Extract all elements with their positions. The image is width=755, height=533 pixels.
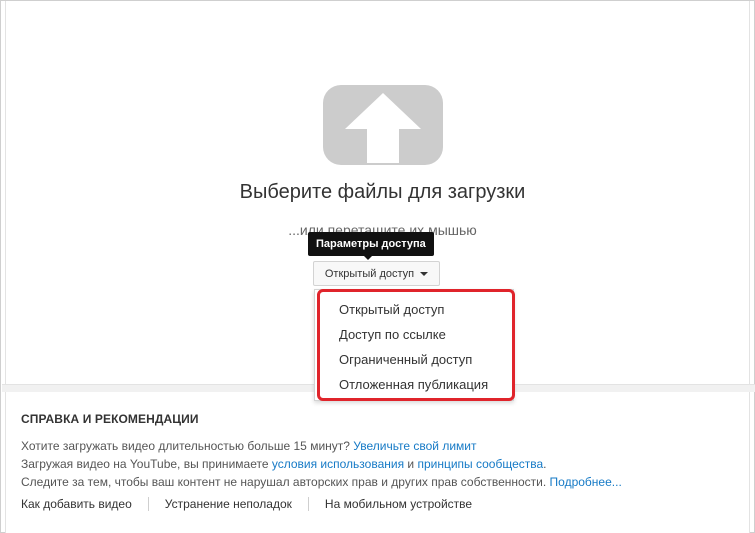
privacy-dropdown-menu: Открытый доступ Доступ по ссылке Огранич… (314, 289, 514, 401)
terms-of-use-link[interactable]: условия использования (272, 457, 404, 471)
help-line-copyright: Следите за тем, чтобы ваш контент не нар… (21, 475, 622, 489)
community-guidelines-link[interactable]: принципы сообщества (417, 457, 543, 471)
help-line-terms-text: Загружая видео на YouTube, вы принимаете (21, 457, 272, 471)
how-to-upload-link[interactable]: Как добавить видео (21, 497, 132, 511)
help-line-terms-end: . (543, 457, 547, 471)
upload-page: Выберите файлы для загрузки ...или перет… (0, 0, 755, 533)
upload-title[interactable]: Выберите файлы для загрузки (6, 181, 755, 204)
upload-arrow-icon[interactable] (323, 85, 443, 165)
help-title: СПРАВКА И РЕКОМЕНДАЦИИ (21, 412, 199, 426)
privacy-dropdown-button[interactable]: Открытый доступ (313, 261, 440, 286)
help-line-terms: Загружая видео на YouTube, вы принимаете… (21, 457, 547, 471)
help-line-duration: Хотите загружать видео длительностью бол… (21, 439, 477, 453)
tooltip-pointer (363, 255, 373, 260)
link-separator (307, 497, 309, 511)
learn-more-link[interactable]: Подробнее... (550, 475, 622, 489)
privacy-button-label: Открытый доступ (324, 267, 415, 280)
menu-item-private[interactable]: Ограниченный доступ (339, 352, 472, 367)
help-section: СПРАВКА И РЕКОМЕНДАЦИИ Хотите загружать … (5, 392, 750, 533)
menu-item-unlisted[interactable]: Доступ по ссылке (339, 327, 446, 342)
help-line-copyright-text: Следите за тем, чтобы ваш контент не нар… (21, 475, 550, 489)
help-line-terms-and: и (404, 457, 418, 471)
menu-item-public[interactable]: Открытый доступ (339, 302, 444, 317)
privacy-tooltip: Параметры доступа (308, 232, 434, 256)
help-links-row: Как добавить видео Устранение неполадок … (21, 497, 472, 511)
troubleshooting-link[interactable]: Устранение неполадок (165, 497, 292, 511)
increase-limit-link[interactable]: Увеличьте свой лимит (353, 439, 476, 453)
caret-down-icon (420, 271, 429, 276)
link-separator (147, 497, 149, 511)
menu-item-scheduled[interactable]: Отложенная публикация (339, 377, 488, 392)
help-line-duration-text: Хотите загружать видео длительностью бол… (21, 439, 354, 453)
mobile-upload-link[interactable]: На мобильном устройстве (325, 497, 472, 511)
